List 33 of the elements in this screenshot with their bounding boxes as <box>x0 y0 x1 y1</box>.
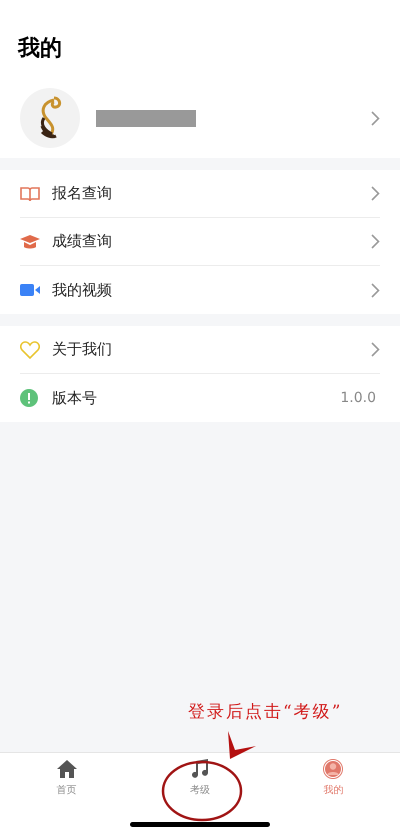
annotation-text: 登录后点击“考级” <box>188 701 342 724</box>
version-number: 1.0.0 <box>340 388 376 408</box>
music-note-icon <box>190 759 209 779</box>
tab-item[interactable]: 首页 <box>0 759 134 834</box>
menu-label: 版本号 <box>52 388 97 409</box>
page-title: 我的 <box>18 35 62 63</box>
info-icon <box>20 389 38 407</box>
menu-label: 报名查询 <box>52 183 112 204</box>
chevron-right-icon <box>371 342 380 357</box>
tab-label: 我的 <box>323 784 344 798</box>
menu-label: 我的视频 <box>52 280 112 301</box>
heart-icon <box>20 340 40 358</box>
logo-icon <box>20 88 80 148</box>
menu-item[interactable]: 我的视频 <box>20 266 380 314</box>
annotation-arrow <box>225 730 257 760</box>
chevron-right-icon <box>371 234 380 249</box>
graduation-cap-icon <box>20 234 40 250</box>
menu-label: 关于我们 <box>52 339 112 360</box>
video-camera-icon <box>20 283 40 297</box>
book-icon <box>20 186 40 202</box>
tab-item[interactable]: 考级 <box>133 759 267 834</box>
menu-label: 成绩查询 <box>52 231 112 252</box>
menu-item[interactable]: 关于我们 <box>20 326 380 374</box>
tab-label: 首页 <box>56 784 77 798</box>
user-icon <box>323 759 344 779</box>
menu-item[interactable]: 成绩查询 <box>20 218 380 266</box>
tab-label: 考级 <box>190 784 210 798</box>
chevron-right-icon <box>371 186 380 201</box>
menu-item[interactable]: 报名查询 <box>20 170 380 218</box>
chevron-right-icon <box>371 282 380 298</box>
menu-item[interactable]: 版本号 1.0.0 <box>20 374 380 422</box>
home-icon <box>56 759 77 779</box>
chevron-right-icon <box>371 110 380 126</box>
